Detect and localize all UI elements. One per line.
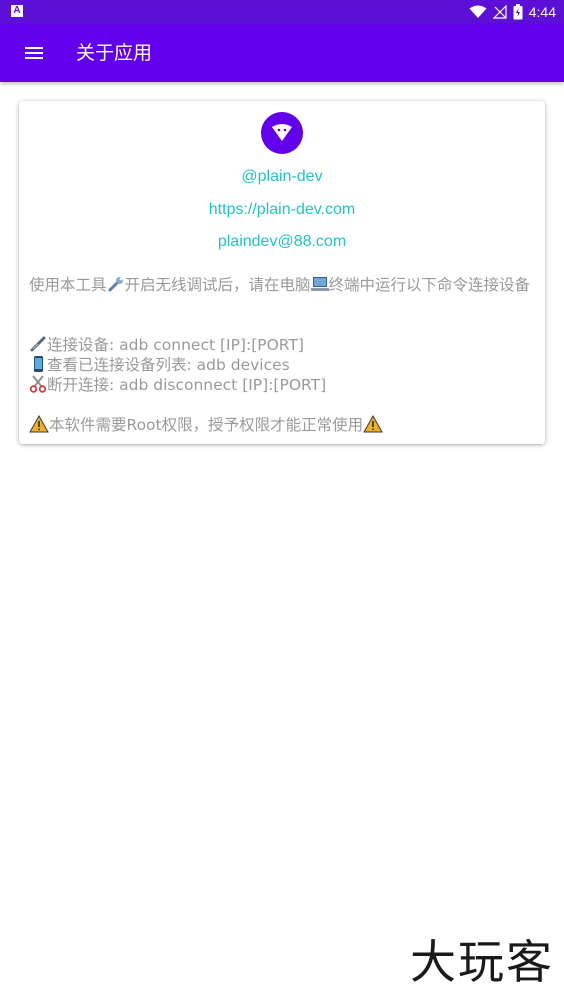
android-adb-icon bbox=[272, 124, 292, 141]
intro-part-1: 使用本工具 bbox=[29, 276, 107, 294]
command-item: 连接设备: adb connect [IP]:[PORT] bbox=[29, 335, 535, 355]
email-link[interactable]: plaindev@88.com bbox=[19, 233, 545, 251]
command-text: 断开连接: adb disconnect [IP]:[PORT] bbox=[47, 376, 327, 394]
link-icon bbox=[30, 336, 46, 352]
status-bar: A 4:44 bbox=[0, 0, 564, 24]
notice-text: 本软件需要Root权限，授予权限才能正常使用 bbox=[49, 416, 364, 434]
hamburger-icon bbox=[25, 47, 43, 59]
phone-icon bbox=[34, 356, 43, 372]
command-item: 查看已连接设备列表: adb devices bbox=[29, 355, 535, 375]
warning-icon bbox=[29, 415, 49, 433]
status-icons: 4:44 bbox=[469, 0, 556, 24]
no-signal-icon bbox=[492, 5, 507, 19]
app-logo bbox=[261, 112, 303, 154]
notification-badge-icon: A bbox=[11, 5, 23, 17]
intro-part-2: 开启无线调试后，请在电脑 bbox=[124, 276, 311, 294]
command-list: 连接设备: adb connect [IP]:[PORT] 查看已连接设备列表:… bbox=[29, 335, 535, 395]
page-title: 关于应用 bbox=[76, 42, 153, 64]
developer-handle[interactable]: @plain-dev bbox=[19, 168, 545, 186]
command-text: 连接设备: adb connect [IP]:[PORT] bbox=[47, 336, 304, 354]
app-bar: 关于应用 bbox=[0, 24, 564, 82]
root-notice: 本软件需要Root权限，授予权限才能正常使用 bbox=[29, 415, 535, 435]
command-item: 断开连接: adb disconnect [IP]:[PORT] bbox=[29, 375, 535, 395]
about-card: @plain-dev https://plain-dev.com plainde… bbox=[19, 101, 545, 444]
battery-icon bbox=[513, 4, 523, 20]
command-text: 查看已连接设备列表: adb devices bbox=[47, 356, 290, 374]
intro-text: 使用本工具 开启无线调试后，请在电脑 终端中运行以下命令连接设备 bbox=[29, 275, 535, 295]
menu-button[interactable] bbox=[14, 34, 54, 72]
wrench-icon bbox=[108, 277, 123, 292]
website-link[interactable]: https://plain-dev.com bbox=[19, 201, 545, 219]
status-time: 4:44 bbox=[528, 4, 556, 20]
watermark-logo: 大玩客 bbox=[410, 935, 554, 989]
scissors-icon bbox=[29, 375, 47, 393]
computer-icon bbox=[310, 277, 329, 291]
warning-icon bbox=[363, 415, 383, 433]
wifi-icon bbox=[469, 5, 487, 18]
intro-part-3: 终端中运行以下命令连接设备 bbox=[328, 276, 531, 294]
